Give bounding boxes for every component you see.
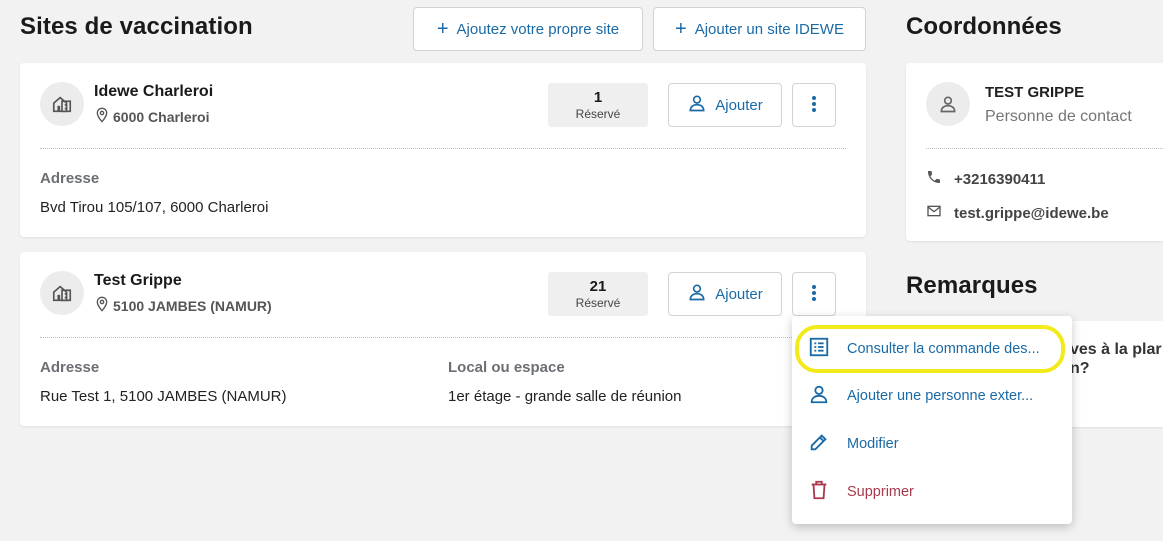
contact-title: Coordonnées [906,13,1062,40]
location-pin-icon [94,107,110,126]
reserved-count-badge: 1 Réservé [548,83,648,127]
add-person-label: Ajouter [715,285,763,303]
remarks-title: Remarques [906,272,1038,299]
divider [40,337,846,338]
more-vertical-icon [811,283,817,306]
building-icon [40,271,84,315]
address-label: Adresse [40,359,100,376]
more-options-button[interactable] [792,83,836,127]
reserved-count-badge: 21 Réservé [548,272,648,316]
add-idewe-site-label: Ajouter un site IDEWE [694,20,844,38]
list-icon [808,336,830,362]
sites-title: Sites de vaccination [20,13,253,40]
menu-item-edit[interactable]: Modifier [792,420,1072,468]
address-value: Bvd Tirou 105/107, 6000 Charleroi [40,199,269,216]
phone-value: +3216390411 [954,170,1046,188]
email-value: test.grippe@idewe.be [954,204,1109,222]
location-pin-icon [94,296,110,315]
site-name: Idewe Charleroi [94,83,214,100]
menu-item-view-order[interactable]: Consulter la commande des... [792,325,1072,373]
contact-name: TEST GRIPPE [985,84,1085,101]
address-label: Adresse [40,170,100,187]
person-icon [687,282,707,306]
divider [40,148,846,149]
site-city-label: 6000 Charleroi [113,108,210,125]
room-value: 1er étage - grande salle de réunion [448,388,682,405]
plus-icon: + [675,18,687,40]
add-person-label: Ajouter [715,96,763,114]
add-person-button[interactable]: Ajouter [668,272,782,316]
more-vertical-icon [811,94,817,117]
room-label: Local ou espace [448,359,565,376]
menu-item-label: Consulter la commande des... [847,341,1040,357]
divider [926,148,1163,149]
remarks-text-line1: ves à la plar [1070,341,1162,358]
site-city-label: 5100 JAMBES (NAMUR) [113,297,272,314]
menu-item-label: Ajouter une personne exter... [847,388,1034,404]
contact-email: test.grippe@idewe.be [926,203,1109,223]
menu-item-label: Supprimer [847,484,914,500]
reserved-count: 1 [593,89,603,106]
trash-icon [808,479,830,505]
mail-icon [926,203,942,223]
menu-item-delete[interactable]: Supprimer [792,468,1072,516]
site-name: Test Grippe [94,272,182,289]
add-idewe-site-button[interactable]: + Ajouter un site IDEWE [653,7,866,51]
address-value: Rue Test 1, 5100 JAMBES (NAMUR) [40,388,287,405]
contact-card: TEST GRIPPE Personne de contact +3216390… [906,63,1163,241]
site-city: 6000 Charleroi [94,107,210,126]
menu-item-add-external-person[interactable]: Ajouter une personne exter... [792,372,1072,420]
building-icon [40,82,84,126]
site-options-menu: Consulter la commande des... Ajouter une… [792,316,1072,524]
reserved-label: Réservé [575,107,621,121]
contact-phone: +3216390411 [926,169,1045,189]
phone-icon [926,169,942,189]
site-card-idewe-charleroi: Idewe Charleroi 6000 Charleroi 1 Réservé… [20,63,866,237]
person-icon [687,93,707,117]
person-icon [808,383,830,409]
more-options-button[interactable] [792,272,836,316]
add-own-site-label: Ajoutez votre propre site [456,20,620,38]
reserved-count: 21 [589,278,607,295]
plus-icon: + [436,18,449,40]
avatar [926,82,970,126]
contact-role: Personne de contact [985,108,1132,125]
site-card-test-grippe: Test Grippe 5100 JAMBES (NAMUR) 21 Réser… [20,252,866,426]
add-person-button[interactable]: Ajouter [668,83,782,127]
remarks-text-line2: n? [1070,360,1090,377]
menu-item-label: Modifier [847,436,899,452]
site-city: 5100 JAMBES (NAMUR) [94,296,272,315]
reserved-label: Réservé [575,296,621,310]
pencil-icon [808,431,830,457]
add-own-site-button[interactable]: + Ajoutez votre propre site [413,7,643,51]
